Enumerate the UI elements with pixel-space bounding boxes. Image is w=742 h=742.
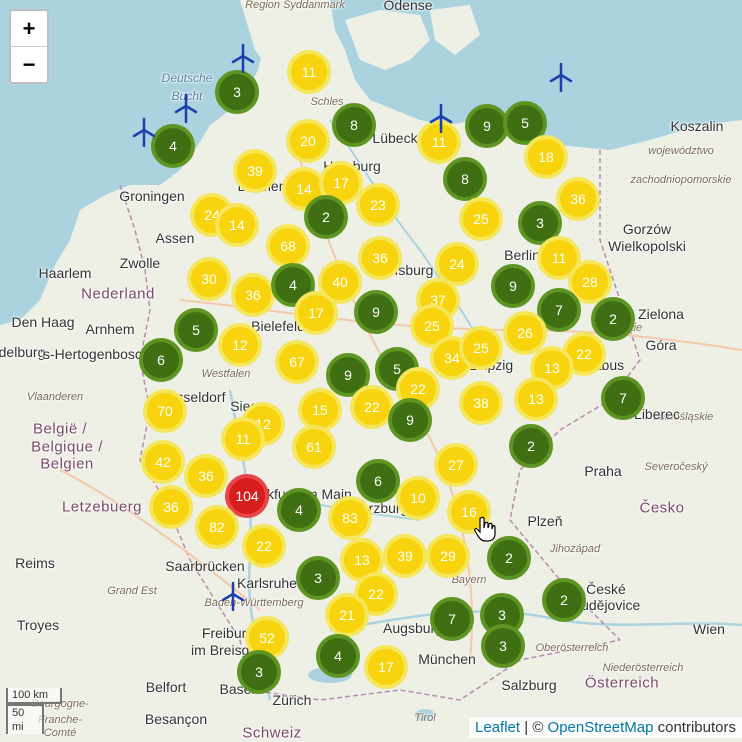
marker-cluster[interactable]: 8 — [332, 103, 376, 147]
wind-turbine-icon[interactable] — [173, 93, 199, 123]
marker-cluster[interactable]: 36 — [184, 454, 228, 498]
scale-metric: 100 km — [6, 688, 62, 704]
marker-cluster[interactable]: 25 — [459, 326, 503, 370]
marker-cluster[interactable]: 4 — [151, 124, 195, 168]
marker-cluster[interactable]: 17 — [294, 291, 338, 335]
marker-cluster[interactable]: 39 — [383, 534, 427, 578]
zoom-control: + − — [9, 9, 49, 84]
marker-cluster[interactable]: 70 — [143, 389, 187, 433]
marker-cluster[interactable]: 11 — [287, 50, 331, 94]
marker-cluster[interactable]: 25 — [459, 197, 503, 241]
map-container[interactable]: Region SyddanmarkOdenseDeutscheBuchtSchl… — [0, 0, 742, 742]
attribution-separator: | © — [524, 719, 544, 736]
marker-cluster[interactable]: 2 — [591, 297, 635, 341]
marker-cluster[interactable]: 3 — [296, 556, 340, 600]
marker-cluster[interactable]: 8 — [443, 157, 487, 201]
marker-cluster[interactable]: 22 — [242, 524, 286, 568]
zoom-out-button[interactable]: − — [11, 46, 47, 82]
marker-cluster[interactable]: 30 — [187, 257, 231, 301]
marker-cluster[interactable]: 4 — [277, 488, 321, 532]
marker-cluster[interactable]: 10 — [396, 476, 440, 520]
marker-cluster[interactable]: 4 — [316, 634, 360, 678]
scale-imperial: 50 mi — [6, 704, 44, 734]
leaflet-link[interactable]: Leaflet — [475, 719, 520, 736]
marker-cluster[interactable]: 14 — [215, 203, 259, 247]
marker-cluster[interactable]: 39 — [233, 149, 277, 193]
marker-cluster[interactable]: 2 — [304, 195, 348, 239]
marker-cluster[interactable]: 2 — [509, 424, 553, 468]
marker-cluster[interactable]: 9 — [388, 398, 432, 442]
wind-turbine-icon[interactable] — [428, 103, 454, 133]
marker-cluster[interactable]: 3 — [237, 650, 281, 694]
scale-control: 100 km 50 mi — [6, 688, 62, 734]
marker-cluster[interactable]: 2 — [487, 536, 531, 580]
marker-cluster[interactable]: 7 — [601, 376, 645, 420]
marker-cluster[interactable]: 7 — [430, 597, 474, 641]
marker-cluster[interactable]: 68 — [266, 224, 310, 268]
attribution: Leaflet | © OpenStreetMap contributors — [469, 717, 742, 738]
attribution-contributors: contributors — [657, 719, 736, 736]
marker-cluster[interactable]: 3 — [215, 70, 259, 114]
marker-cluster[interactable]: 9 — [491, 264, 535, 308]
wind-turbine-icon[interactable] — [230, 43, 256, 73]
marker-cluster[interactable]: 36 — [358, 236, 402, 280]
marker-cluster[interactable]: 9 — [354, 290, 398, 334]
marker-cluster[interactable]: 2 — [542, 578, 586, 622]
marker-cluster[interactable]: 6 — [139, 338, 183, 382]
openstreetmap-link[interactable]: OpenStreetMap — [548, 719, 654, 736]
marker-cluster[interactable]: 42 — [141, 440, 185, 484]
marker-cluster[interactable]: 67 — [275, 340, 319, 384]
wind-turbine-icon[interactable] — [220, 581, 246, 611]
marker-cluster[interactable]: 61 — [292, 425, 336, 469]
marker-cluster[interactable]: 5 — [174, 308, 218, 352]
wind-turbine-icon[interactable] — [131, 117, 157, 147]
marker-cluster[interactable]: 83 — [328, 496, 372, 540]
marker-cluster[interactable]: 3 — [481, 624, 525, 668]
wind-turbine-icon[interactable] — [548, 62, 574, 92]
marker-cluster[interactable]: 23 — [356, 183, 400, 227]
marker-cluster[interactable]: 27 — [434, 443, 478, 487]
marker-cluster[interactable]: 36 — [231, 273, 275, 317]
marker-cluster[interactable]: 13 — [514, 377, 558, 421]
marker-cluster[interactable]: 36 — [149, 485, 193, 529]
marker-cluster[interactable]: 82 — [195, 505, 239, 549]
marker-cluster[interactable]: 11 — [221, 417, 265, 461]
marker-cluster[interactable]: 6 — [356, 459, 400, 503]
hand-cursor-icon — [474, 516, 496, 542]
marker-cluster[interactable]: 36 — [556, 177, 600, 221]
marker-cluster[interactable]: 21 — [325, 593, 369, 637]
marker-cluster[interactable]: 18 — [524, 135, 568, 179]
marker-cluster[interactable]: 12 — [218, 323, 262, 367]
marker-cluster[interactable]: 38 — [459, 381, 503, 425]
marker-cluster[interactable]: 17 — [364, 645, 408, 689]
marker-cluster[interactable]: 20 — [286, 119, 330, 163]
zoom-in-button[interactable]: + — [11, 11, 47, 46]
marker-cluster[interactable]: 29 — [426, 534, 470, 578]
